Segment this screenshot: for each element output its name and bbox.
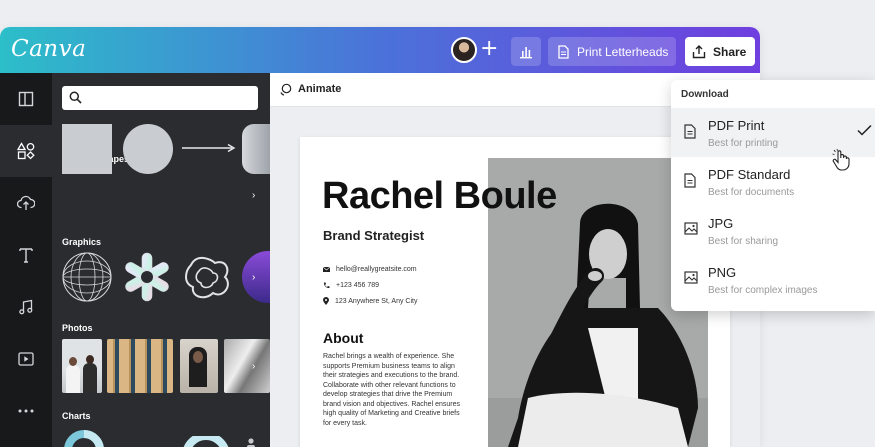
print-letterheads-button[interactable]: Print Letterheads [548,37,676,66]
bar-chart-icon [520,46,532,58]
text-icon [19,248,33,263]
canva-logo[interactable]: Canva [11,36,86,62]
phone-icon [323,282,330,289]
photos-next-icon[interactable]: › [252,361,266,375]
download-option-jpg[interactable]: JPG Best for sharing [671,206,875,255]
chart-donut-thumb[interactable] [64,428,104,447]
rail-audio[interactable] [0,281,52,333]
download-title: Download [681,89,729,100]
option-label: PNG [708,265,737,280]
elements-panel: Lines & Shapes › Graphics [52,73,270,447]
option-label: JPG [708,216,734,231]
contact-email[interactable]: hello@reallygreatsite.com [323,266,417,273]
check-icon [857,124,872,136]
insights-button[interactable] [511,37,541,66]
share-button[interactable]: Share [685,37,755,66]
letterhead-page[interactable]: Rachel Boule Brand Strategist hello@real… [300,137,730,447]
contact-phone[interactable]: +123 456 789 [323,282,379,289]
rail-text[interactable] [0,229,52,281]
email-text: hello@reallygreatsite.com [336,266,417,273]
photo-thumb-2[interactable] [107,339,173,393]
rail-templates[interactable] [0,73,52,125]
photo-thumb-1[interactable] [62,339,102,393]
image-icon [684,271,698,284]
music-icon [19,299,33,315]
graphic-asterisk[interactable] [121,251,173,303]
option-sub: Best for sharing [708,236,779,247]
elements-icon [17,142,35,160]
chart-figure-thumb[interactable] [244,438,258,447]
shape-circle[interactable] [123,124,173,174]
search-icon [69,91,82,104]
address-text: 123 Anywhere St, Any City [335,297,418,305]
video-icon [18,352,34,366]
animate-icon [280,83,292,96]
download-dropdown: Download PDF Print Best for printing PDF… [671,80,875,311]
mail-icon [323,267,330,272]
rail-video[interactable] [0,333,52,385]
shape-pill[interactable] [242,124,270,174]
option-sub: Best for documents [708,187,795,198]
rail-uploads[interactable] [0,177,52,229]
share-icon [692,44,706,58]
section-photos: Photos [62,323,93,333]
photo-thumb-3[interactable] [180,339,218,393]
graphic-blob[interactable] [181,251,233,303]
graphics-next-icon[interactable]: › [252,272,266,286]
add-collaborator-icon[interactable]: + [480,35,498,63]
section-charts: Charts [62,411,91,421]
file-text-icon [684,173,696,188]
search-input[interactable] [62,86,258,110]
download-option-png[interactable]: PNG Best for complex images [671,255,875,304]
option-sub: Best for complex images [708,285,818,296]
side-rail [0,73,52,447]
hand-cursor-icon [832,149,850,171]
phone-text: +123 456 789 [336,282,380,289]
file-text-icon [684,124,696,139]
more-icon [18,409,34,413]
top-bar: Canva + Print Letterheads Share [0,27,760,73]
layout-icon [18,91,34,107]
avatar[interactable] [451,37,477,63]
about-heading[interactable]: About [323,330,363,346]
option-sub: Best for printing [708,138,779,149]
contact-address[interactable]: 123 Anywhere St, Any City [323,297,418,305]
chart-gauge-thumb[interactable] [180,436,232,447]
location-pin-icon [323,297,329,305]
graphic-wire-sphere[interactable] [61,251,113,303]
animate-button[interactable]: Animate [298,83,341,95]
section-graphics: Graphics [62,237,102,247]
about-body-text[interactable]: Rachel brings a wealth of experience. Sh… [323,352,463,428]
share-label: Share [713,44,747,59]
option-label: PDF Print [708,118,765,133]
rail-more[interactable] [0,385,52,437]
image-icon [684,222,698,235]
lines-shapes-next-icon[interactable]: › [252,190,266,204]
rail-elements[interactable] [0,125,52,177]
print-letterheads-label: Print Letterheads [577,44,669,59]
document-name-heading[interactable]: Rachel Boule [322,175,557,218]
document-role[interactable]: Brand Strategist [323,228,424,243]
option-label: PDF Standard [708,167,791,182]
document-icon [558,44,569,59]
shape-square[interactable] [62,124,112,174]
shape-arrow-line[interactable] [182,143,236,153]
upload-icon [17,195,35,210]
